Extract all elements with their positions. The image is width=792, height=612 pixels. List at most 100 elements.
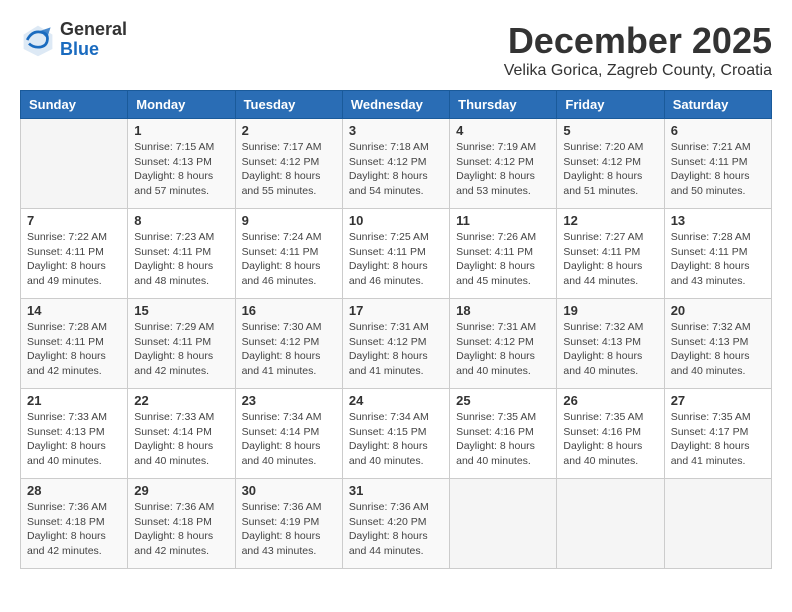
day-info: Sunrise: 7:31 AMSunset: 4:12 PMDaylight:… [456, 320, 550, 379]
day-info: Sunrise: 7:35 AMSunset: 4:16 PMDaylight:… [563, 410, 657, 469]
weekday-header-row: SundayMondayTuesdayWednesdayThursdayFrid… [21, 91, 772, 119]
week-row-3: 14 Sunrise: 7:28 AMSunset: 4:11 PMDayligh… [21, 299, 772, 389]
day-info: Sunrise: 7:32 AMSunset: 4:13 PMDaylight:… [671, 320, 765, 379]
day-info: Sunrise: 7:18 AMSunset: 4:12 PMDaylight:… [349, 140, 443, 199]
day-info: Sunrise: 7:22 AMSunset: 4:11 PMDaylight:… [27, 230, 121, 289]
day-cell: 5Sunrise: 7:20 AMSunset: 4:12 PMDaylight… [557, 119, 664, 209]
weekday-header-wednesday: Wednesday [342, 91, 449, 119]
day-cell: 9 Sunrise: 7:24 AMSunset: 4:11 PMDaylight… [235, 209, 342, 299]
day-cell: 16Sunrise: 7:30 AMSunset: 4:12 PMDayligh… [235, 299, 342, 389]
day-info: Sunrise: 7:31 AMSunset: 4:12 PMDaylight:… [349, 320, 443, 379]
day-number: 16 [242, 303, 336, 318]
day-cell: 19 Sunrise: 7:32 AMSunset: 4:13 PMDayligh… [557, 299, 664, 389]
weekday-header-tuesday: Tuesday [235, 91, 342, 119]
day-info: Sunrise: 7:36 AMSunset: 4:20 PMDaylight:… [349, 500, 443, 559]
day-number: 26 [563, 393, 657, 408]
day-number: 4 [456, 123, 550, 138]
day-number: 1 [134, 123, 228, 138]
day-cell: 28 Sunrise: 7:36 AMSunset: 4:18 PMDayligh… [21, 479, 128, 569]
day-info: Sunrise: 7:32 AMSunset: 4:13 PMDaylight:… [563, 320, 657, 379]
day-cell: 25 Sunrise: 7:35 AMSunset: 4:16 PMDayligh… [450, 389, 557, 479]
week-row-4: 21Sunrise: 7:33 AMSunset: 4:13 PMDayligh… [21, 389, 772, 479]
day-info: Sunrise: 7:34 AMSunset: 4:15 PMDaylight:… [349, 410, 443, 469]
day-number: 8 [134, 213, 228, 228]
day-number: 13 [671, 213, 765, 228]
day-number: 6 [671, 123, 765, 138]
day-number: 11 [456, 213, 550, 228]
day-cell [21, 119, 128, 209]
day-number: 12 [563, 213, 657, 228]
day-number: 22 [134, 393, 228, 408]
day-number: 19 [563, 303, 657, 318]
day-info: Sunrise: 7:24 AMSunset: 4:11 PMDaylight:… [242, 230, 336, 289]
day-number: 25 [456, 393, 550, 408]
day-cell: 15Sunrise: 7:29 AMSunset: 4:11 PMDayligh… [128, 299, 235, 389]
day-cell: 7 Sunrise: 7:22 AMSunset: 4:11 PMDaylight… [21, 209, 128, 299]
day-info: Sunrise: 7:15 AMSunset: 4:13 PMDaylight:… [134, 140, 228, 199]
day-cell: 3 Sunrise: 7:18 AMSunset: 4:12 PMDaylight… [342, 119, 449, 209]
day-info: Sunrise: 7:23 AMSunset: 4:11 PMDaylight:… [134, 230, 228, 289]
weekday-header-sunday: Sunday [21, 91, 128, 119]
day-cell: 2Sunrise: 7:17 AMSunset: 4:12 PMDaylight… [235, 119, 342, 209]
week-row-2: 7 Sunrise: 7:22 AMSunset: 4:11 PMDaylight… [21, 209, 772, 299]
day-number: 27 [671, 393, 765, 408]
day-info: Sunrise: 7:28 AMSunset: 4:11 PMDaylight:… [671, 230, 765, 289]
day-number: 9 [242, 213, 336, 228]
day-cell [664, 479, 771, 569]
day-info: Sunrise: 7:33 AMSunset: 4:14 PMDaylight:… [134, 410, 228, 469]
day-number: 7 [27, 213, 121, 228]
day-info: Sunrise: 7:27 AMSunset: 4:11 PMDaylight:… [563, 230, 657, 289]
logo-text: General Blue [60, 20, 127, 60]
day-number: 15 [134, 303, 228, 318]
day-cell: 10 Sunrise: 7:25 AMSunset: 4:11 PMDayligh… [342, 209, 449, 299]
day-cell: 11Sunrise: 7:26 AMSunset: 4:11 PMDayligh… [450, 209, 557, 299]
day-cell: 13 Sunrise: 7:28 AMSunset: 4:11 PMDayligh… [664, 209, 771, 299]
day-cell: 24 Sunrise: 7:34 AMSunset: 4:15 PMDayligh… [342, 389, 449, 479]
day-info: Sunrise: 7:33 AMSunset: 4:13 PMDaylight:… [27, 410, 121, 469]
day-number: 3 [349, 123, 443, 138]
day-info: Sunrise: 7:36 AMSunset: 4:19 PMDaylight:… [242, 500, 336, 559]
day-cell: 31Sunrise: 7:36 AMSunset: 4:20 PMDayligh… [342, 479, 449, 569]
day-info: Sunrise: 7:25 AMSunset: 4:11 PMDaylight:… [349, 230, 443, 289]
day-cell: 30Sunrise: 7:36 AMSunset: 4:19 PMDayligh… [235, 479, 342, 569]
day-info: Sunrise: 7:28 AMSunset: 4:11 PMDaylight:… [27, 320, 121, 379]
day-cell [557, 479, 664, 569]
day-info: Sunrise: 7:20 AMSunset: 4:12 PMDaylight:… [563, 140, 657, 199]
day-info: Sunrise: 7:35 AMSunset: 4:16 PMDaylight:… [456, 410, 550, 469]
day-cell: 20Sunrise: 7:32 AMSunset: 4:13 PMDayligh… [664, 299, 771, 389]
day-number: 10 [349, 213, 443, 228]
day-cell: 1 Sunrise: 7:15 AMSunset: 4:13 PMDaylight… [128, 119, 235, 209]
week-row-1: 1 Sunrise: 7:15 AMSunset: 4:13 PMDaylight… [21, 119, 772, 209]
day-info: Sunrise: 7:36 AMSunset: 4:18 PMDaylight:… [134, 500, 228, 559]
day-cell: 18 Sunrise: 7:31 AMSunset: 4:12 PMDayligh… [450, 299, 557, 389]
day-info: Sunrise: 7:19 AMSunset: 4:12 PMDaylight:… [456, 140, 550, 199]
day-cell: 14 Sunrise: 7:28 AMSunset: 4:11 PMDayligh… [21, 299, 128, 389]
logo-icon [20, 22, 56, 58]
location: Velika Gorica, Zagreb County, Croatia [504, 62, 772, 80]
day-info: Sunrise: 7:36 AMSunset: 4:18 PMDaylight:… [27, 500, 121, 559]
day-cell: 23 Sunrise: 7:34 AMSunset: 4:14 PMDayligh… [235, 389, 342, 479]
weekday-header-saturday: Saturday [664, 91, 771, 119]
calendar-table: SundayMondayTuesdayWednesdayThursdayFrid… [20, 90, 772, 569]
day-number: 18 [456, 303, 550, 318]
day-number: 29 [134, 483, 228, 498]
day-cell [450, 479, 557, 569]
day-number: 14 [27, 303, 121, 318]
day-cell: 29 Sunrise: 7:36 AMSunset: 4:18 PMDayligh… [128, 479, 235, 569]
weekday-header-thursday: Thursday [450, 91, 557, 119]
title-area: December 2025 Velika Gorica, Zagreb Coun… [504, 20, 772, 80]
day-number: 23 [242, 393, 336, 408]
day-number: 28 [27, 483, 121, 498]
day-cell: 22 Sunrise: 7:33 AMSunset: 4:14 PMDayligh… [128, 389, 235, 479]
logo: General Blue [20, 20, 127, 60]
day-info: Sunrise: 7:34 AMSunset: 4:14 PMDaylight:… [242, 410, 336, 469]
day-cell: 6Sunrise: 7:21 AMSunset: 4:11 PMDaylight… [664, 119, 771, 209]
day-cell: 21Sunrise: 7:33 AMSunset: 4:13 PMDayligh… [21, 389, 128, 479]
month-title: December 2025 [504, 20, 772, 62]
day-number: 2 [242, 123, 336, 138]
day-info: Sunrise: 7:35 AMSunset: 4:17 PMDaylight:… [671, 410, 765, 469]
day-number: 24 [349, 393, 443, 408]
day-cell: 8 Sunrise: 7:23 AMSunset: 4:11 PMDaylight… [128, 209, 235, 299]
day-number: 17 [349, 303, 443, 318]
page-header: General Blue December 2025 Velika Gorica… [20, 20, 772, 80]
